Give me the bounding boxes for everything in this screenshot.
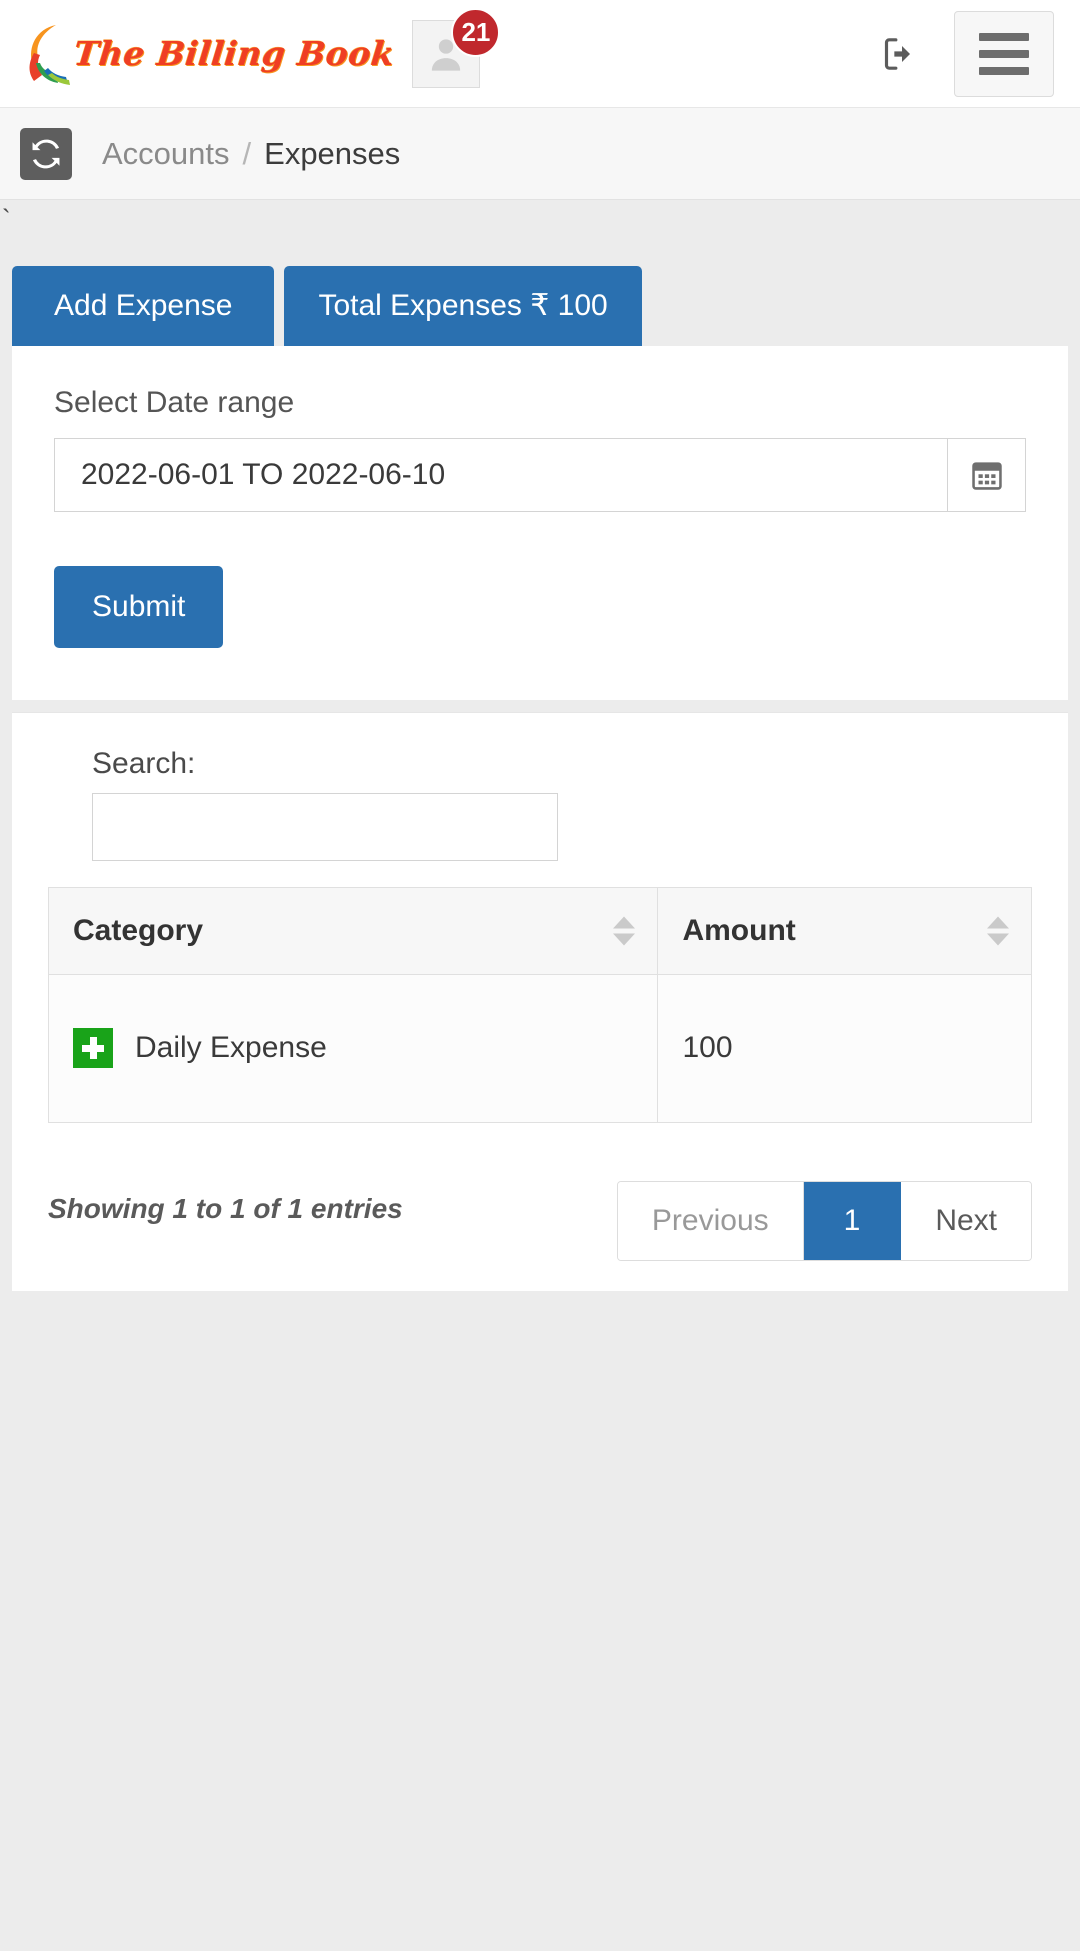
page-bottom-filler xyxy=(0,1290,1080,1951)
refresh-icon xyxy=(32,139,60,168)
category-name: Daily Expense xyxy=(135,1031,327,1064)
stray-backtick-text: ` xyxy=(2,204,11,234)
brand-name: The Billing Book xyxy=(71,34,397,73)
breadcrumb: Accounts / Expenses xyxy=(0,108,1080,200)
calendar-button[interactable] xyxy=(947,438,1025,511)
expenses-table-card: Search: Category Amount Daily Expense 10… xyxy=(12,711,1068,1291)
breadcrumb-separator: / xyxy=(242,135,252,171)
total-expenses-button[interactable]: Total Expenses ₹ 100 xyxy=(284,266,642,346)
sort-arrows-icon xyxy=(987,916,1009,945)
table-footer: Showing 1 to 1 of 1 entries Previous 1 N… xyxy=(48,1157,1032,1261)
submit-button[interactable]: Submit xyxy=(54,565,224,648)
breadcrumb-item-accounts[interactable]: Accounts xyxy=(102,136,230,172)
notification-count-badge[interactable]: 21 xyxy=(451,7,501,57)
hamburger-line-3 xyxy=(979,66,1029,75)
cell-category: Daily Expense xyxy=(47,973,659,1123)
table-row[interactable]: Daily Expense 100 xyxy=(47,973,1032,1123)
table-header-row: Category Amount xyxy=(47,886,1032,975)
entries-info: Showing 1 to 1 of 1 entries xyxy=(48,1192,403,1224)
cell-amount: 100 xyxy=(657,973,1032,1123)
plus-icon[interactable] xyxy=(73,1028,113,1068)
hamburger-line-1 xyxy=(979,32,1029,41)
logout-icon[interactable] xyxy=(880,34,920,74)
sort-arrows-icon xyxy=(613,916,636,945)
column-header-category-label: Category xyxy=(73,913,204,947)
category-cell-content: Daily Expense xyxy=(73,1028,633,1068)
page-content: ` Add Expense Total Expenses ₹ 100 Selec… xyxy=(0,200,1080,1291)
table-body: Daily Expense 100 xyxy=(47,973,1032,1123)
breadcrumb-trail: Accounts / Expenses xyxy=(102,136,400,172)
sort-descending-icon xyxy=(613,933,636,945)
refresh-button[interactable] xyxy=(20,127,72,180)
column-header-amount[interactable]: Amount xyxy=(657,886,1032,975)
date-range-input[interactable] xyxy=(55,438,947,511)
sort-ascending-icon xyxy=(987,916,1009,928)
breadcrumb-item-expenses: Expenses xyxy=(264,135,401,171)
header-actions xyxy=(880,10,1054,97)
column-header-amount-label: Amount xyxy=(682,913,796,947)
table-head: Category Amount xyxy=(47,886,1032,975)
action-button-row: Add Expense Total Expenses ₹ 100 xyxy=(12,230,1068,346)
hamburger-line-2 xyxy=(979,49,1029,58)
sort-ascending-icon xyxy=(613,916,636,928)
column-header-category[interactable]: Category xyxy=(47,886,659,975)
search-label: Search: xyxy=(92,746,196,780)
expenses-table: Category Amount Daily Expense 100 xyxy=(47,886,1032,1123)
date-range-label: Select Date range xyxy=(54,385,295,419)
date-filter-card: Select Date range Submit xyxy=(12,345,1068,700)
pagination-page-1[interactable]: 1 xyxy=(803,1181,902,1260)
top-header-bar: The Billing Book 21 xyxy=(0,0,1080,108)
expenses-panel: Add Expense Total Expenses ₹ 100 Select … xyxy=(0,230,1080,1291)
profile-badge-wrapper[interactable]: 21 xyxy=(412,7,501,88)
search-input[interactable] xyxy=(92,792,558,861)
add-expense-button[interactable]: Add Expense xyxy=(12,266,275,346)
date-range-input-group[interactable] xyxy=(54,437,1026,512)
brand-swoosh-icon xyxy=(29,24,70,85)
table-search-area: Search: xyxy=(48,747,1032,861)
sort-descending-icon xyxy=(987,933,1009,945)
pagination-previous-button[interactable]: Previous xyxy=(617,1181,804,1260)
pagination: Previous 1 Next xyxy=(616,1180,1032,1261)
brand-logo[interactable]: The Billing Book xyxy=(26,23,397,85)
pagination-next-button[interactable]: Next xyxy=(901,1181,1031,1260)
hamburger-menu-button[interactable] xyxy=(954,10,1054,97)
calendar-icon xyxy=(971,461,1002,490)
